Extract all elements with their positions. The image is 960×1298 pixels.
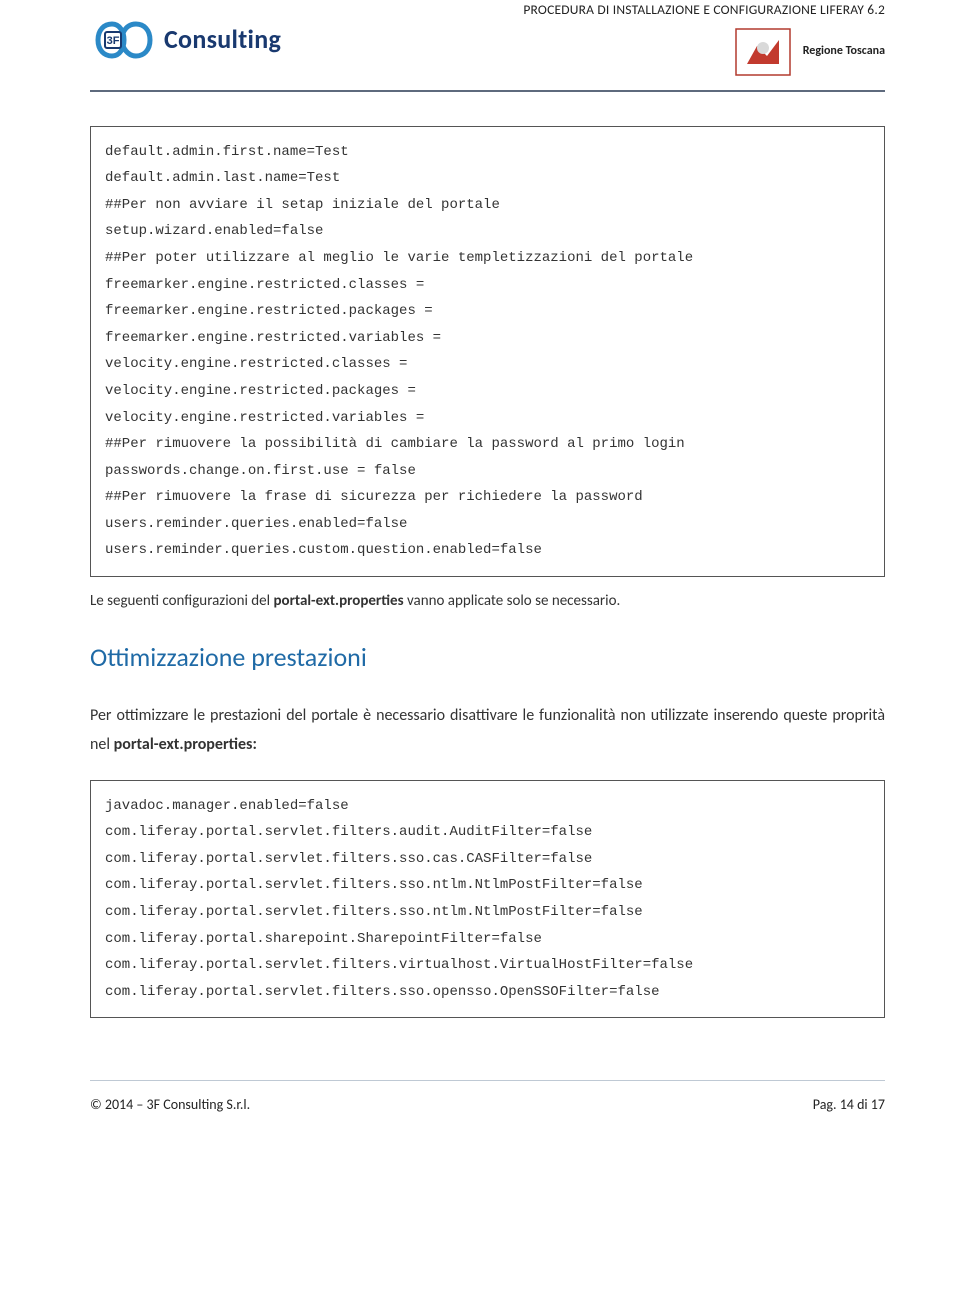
svg-text:3F: 3F	[107, 35, 120, 47]
code-line: passwords.change.on.first.use = false	[105, 458, 870, 485]
code-line: velocity.engine.restricted.variables =	[105, 405, 870, 432]
code-line: velocity.engine.restricted.packages =	[105, 378, 870, 405]
logo-text: Consulting	[164, 21, 281, 59]
logo-icon: 3F	[90, 18, 156, 62]
code-line: javadoc.manager.enabled=false	[105, 793, 870, 820]
code-line: velocity.engine.restricted.classes =	[105, 351, 870, 378]
footer-left: © 2014 – 3F Consulting S.r.l.	[90, 1095, 250, 1115]
code-line: com.liferay.portal.servlet.filters.virtu…	[105, 952, 870, 979]
footer-right: Pag. 14 di 17	[813, 1095, 885, 1115]
footer-divider	[90, 1080, 885, 1081]
mid-para-bold: portal-ext.properties	[273, 592, 403, 610]
code-line: users.reminder.queries.custom.question.e…	[105, 537, 870, 564]
page-header: 3F Consulting PROCEDURA DI INSTALLAZIONE…	[90, 0, 885, 78]
page-footer: © 2014 – 3F Consulting S.r.l. Pag. 14 di…	[90, 1095, 885, 1115]
section-heading: Ottimizzazione prestazioni	[90, 639, 885, 677]
code-block-1: default.admin.first.name=Testdefault.adm…	[90, 126, 885, 578]
body-para-bold: portal-ext.properties:	[114, 735, 257, 754]
code-line: ##Per poter utilizzare al meglio le vari…	[105, 245, 870, 272]
mid-paragraph: Le seguenti configurazioni del portal-ex…	[90, 591, 885, 613]
code-block-2: javadoc.manager.enabled=falsecom.liferay…	[90, 780, 885, 1019]
code-line: default.admin.first.name=Test	[105, 139, 870, 166]
code-line: com.liferay.portal.servlet.filters.audit…	[105, 819, 870, 846]
code-line: com.liferay.portal.sharepoint.Sharepoint…	[105, 926, 870, 953]
code-line: default.admin.last.name=Test	[105, 165, 870, 192]
document-title: PROCEDURA DI INSTALLAZIONE E CONFIGURAZI…	[523, 0, 885, 20]
code-line: com.liferay.portal.servlet.filters.sso.c…	[105, 846, 870, 873]
body-paragraph: Per ottimizzare le prestazioni del porta…	[90, 701, 885, 760]
code-line: freemarker.engine.restricted.classes =	[105, 272, 870, 299]
code-line: ##Per non avviare il setap iniziale del …	[105, 192, 870, 219]
mid-para-suffix: vanno applicate solo se necessario.	[404, 592, 621, 610]
header-right: PROCEDURA DI INSTALLAZIONE E CONFIGURAZI…	[523, 0, 885, 78]
regione-label: Regione Toscana	[803, 43, 885, 60]
code-line: com.liferay.portal.servlet.filters.sso.n…	[105, 899, 870, 926]
code-line: ##Per rimuovere la possibilità di cambia…	[105, 431, 870, 458]
code-line: com.liferay.portal.servlet.filters.sso.n…	[105, 872, 870, 899]
regione-block: Regione Toscana	[733, 26, 885, 78]
code-line: freemarker.engine.restricted.variables =	[105, 325, 870, 352]
logo-block: 3F Consulting	[90, 18, 281, 62]
mid-para-prefix: Le seguenti configurazioni del	[90, 592, 273, 610]
code-line: com.liferay.portal.servlet.filters.sso.o…	[105, 979, 870, 1006]
code-line: freemarker.engine.restricted.packages =	[105, 298, 870, 325]
code-line: setup.wizard.enabled=false	[105, 218, 870, 245]
code-line: ##Per rimuovere la frase di sicurezza pe…	[105, 484, 870, 511]
regione-emblem-icon	[733, 26, 793, 78]
header-divider	[90, 90, 885, 92]
code-line: users.reminder.queries.enabled=false	[105, 511, 870, 538]
